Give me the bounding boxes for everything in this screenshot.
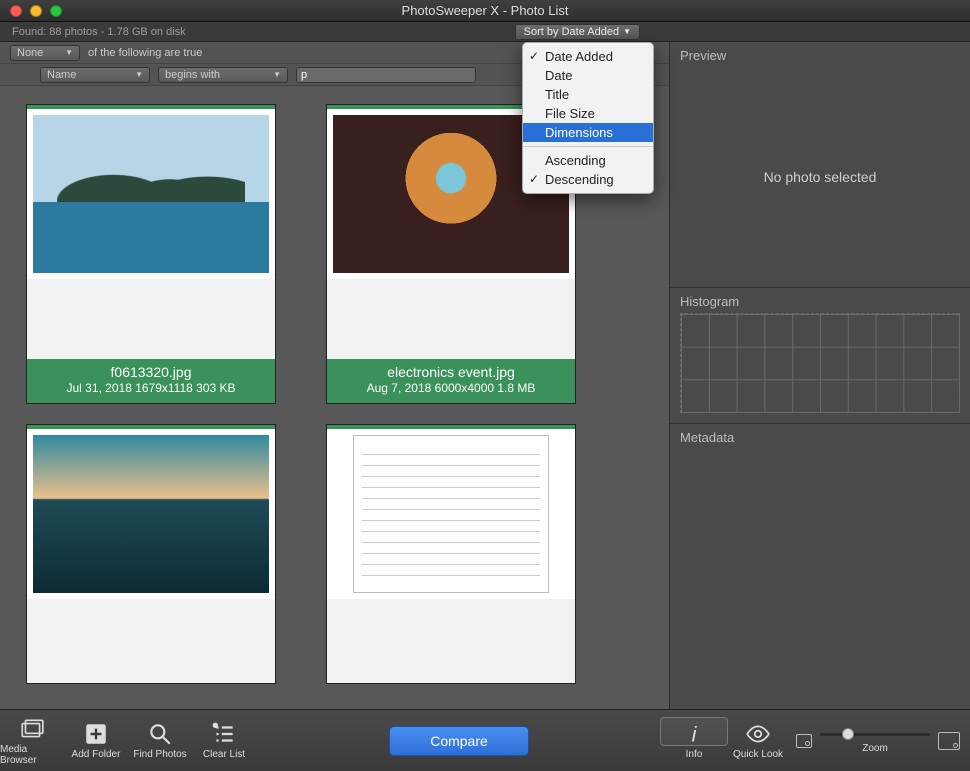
find-photos-button[interactable]: Find Photos — [128, 721, 192, 760]
toolbar-label: Zoom — [862, 743, 888, 754]
sort-dropdown-label: Sort by Date Added — [524, 26, 619, 38]
bottom-toolbar: Media Browser Add Folder Find Photos Cle… — [0, 709, 970, 771]
sort-menu-item[interactable]: Title — [523, 85, 653, 104]
sort-menu-item[interactable]: Date Added — [523, 47, 653, 66]
photo-thumbnail — [33, 435, 269, 593]
filter-scope-tail: of the following are true — [88, 47, 202, 59]
preview-empty-text: No photo selected — [670, 67, 970, 287]
photo-meta: Jul 31, 2018 1679x1118 303 KB — [29, 381, 273, 397]
window-close-button[interactable] — [10, 5, 22, 17]
photo-card[interactable] — [26, 424, 276, 684]
filter-op-label: begins with — [165, 69, 220, 81]
metadata-section-title: Metadata — [670, 424, 970, 449]
toolbar-label: Media Browser — [0, 744, 64, 766]
zoom-max-icon — [938, 732, 960, 750]
filter-scope-label: None — [17, 47, 43, 59]
filter-field-dropdown[interactable]: Name ▼ — [40, 67, 150, 83]
chevron-down-icon: ▼ — [273, 70, 281, 79]
window-minimize-button[interactable] — [30, 5, 42, 17]
photo-meta: Aug 7, 2018 6000x4000 1.8 MB — [329, 381, 573, 397]
filter-op-dropdown[interactable]: begins with ▼ — [158, 67, 288, 83]
info-button[interactable]: i Info — [662, 721, 726, 760]
histogram-section-title: Histogram — [670, 288, 970, 313]
chevron-down-icon: ▼ — [623, 27, 631, 36]
svg-text:i: i — [692, 722, 698, 747]
search-icon — [147, 721, 173, 747]
status-bar: Found: 88 photos - 1.78 GB on disk Sort … — [0, 22, 970, 42]
quick-look-button[interactable]: Quick Look — [726, 721, 790, 760]
media-browser-button[interactable]: Media Browser — [0, 716, 64, 766]
titlebar: PhotoSweeper X - Photo List — [0, 0, 970, 22]
photo-card[interactable]: f0613320.jpg Jul 31, 2018 1679x1118 303 … — [26, 104, 276, 404]
photo-thumbnail — [33, 115, 269, 273]
window-title: PhotoSweeper X - Photo List — [0, 3, 970, 18]
add-folder-button[interactable]: Add Folder — [64, 721, 128, 760]
toolbar-label: Add Folder — [72, 749, 121, 760]
histogram-box — [680, 313, 960, 413]
filter-scope-dropdown[interactable]: None ▼ — [10, 45, 80, 61]
preview-section-title: Preview — [670, 42, 970, 67]
compare-button[interactable]: Compare — [389, 726, 529, 756]
toolbar-label: Find Photos — [133, 749, 186, 760]
inspector-pane: Preview No photo selected Histogram Meta… — [670, 42, 970, 709]
plus-square-icon — [83, 721, 109, 747]
filter-value-input[interactable] — [296, 67, 476, 83]
window-zoom-button[interactable] — [50, 5, 62, 17]
photo-filename: f0613320.jpg — [29, 363, 273, 381]
sort-menu[interactable]: Date AddedDateTitleFile SizeDimensions As… — [522, 42, 654, 194]
sort-menu-item[interactable]: Date — [523, 66, 653, 85]
photo-filename: electronics event.jpg — [329, 363, 573, 381]
sort-menu-item[interactable]: Descending — [523, 170, 653, 189]
clear-list-button[interactable]: Clear List — [192, 721, 256, 760]
toolbar-label: Info — [686, 749, 703, 760]
sort-menu-item[interactable]: Dimensions — [523, 123, 653, 142]
chevron-down-icon: ▼ — [135, 70, 143, 79]
chevron-down-icon: ▼ — [65, 48, 73, 57]
zoom-min-icon — [796, 734, 812, 748]
toolbar-label: Clear List — [203, 749, 245, 760]
filter-field-label: Name — [47, 69, 76, 81]
sort-menu-item[interactable]: File Size — [523, 104, 653, 123]
zoom-slider[interactable] — [820, 727, 930, 741]
photo-thumbnail — [353, 435, 549, 593]
sort-menu-item[interactable]: Ascending — [523, 151, 653, 170]
photo-card[interactable] — [326, 424, 576, 684]
photos-stack-icon — [19, 716, 45, 742]
eye-icon — [745, 721, 771, 747]
sort-dropdown-button[interactable]: Sort by Date Added ▼ — [515, 24, 640, 40]
clear-list-icon — [211, 721, 237, 747]
status-text: Found: 88 photos - 1.78 GB on disk — [12, 26, 515, 38]
toolbar-label: Quick Look — [733, 749, 783, 760]
info-icon: i — [681, 721, 707, 747]
